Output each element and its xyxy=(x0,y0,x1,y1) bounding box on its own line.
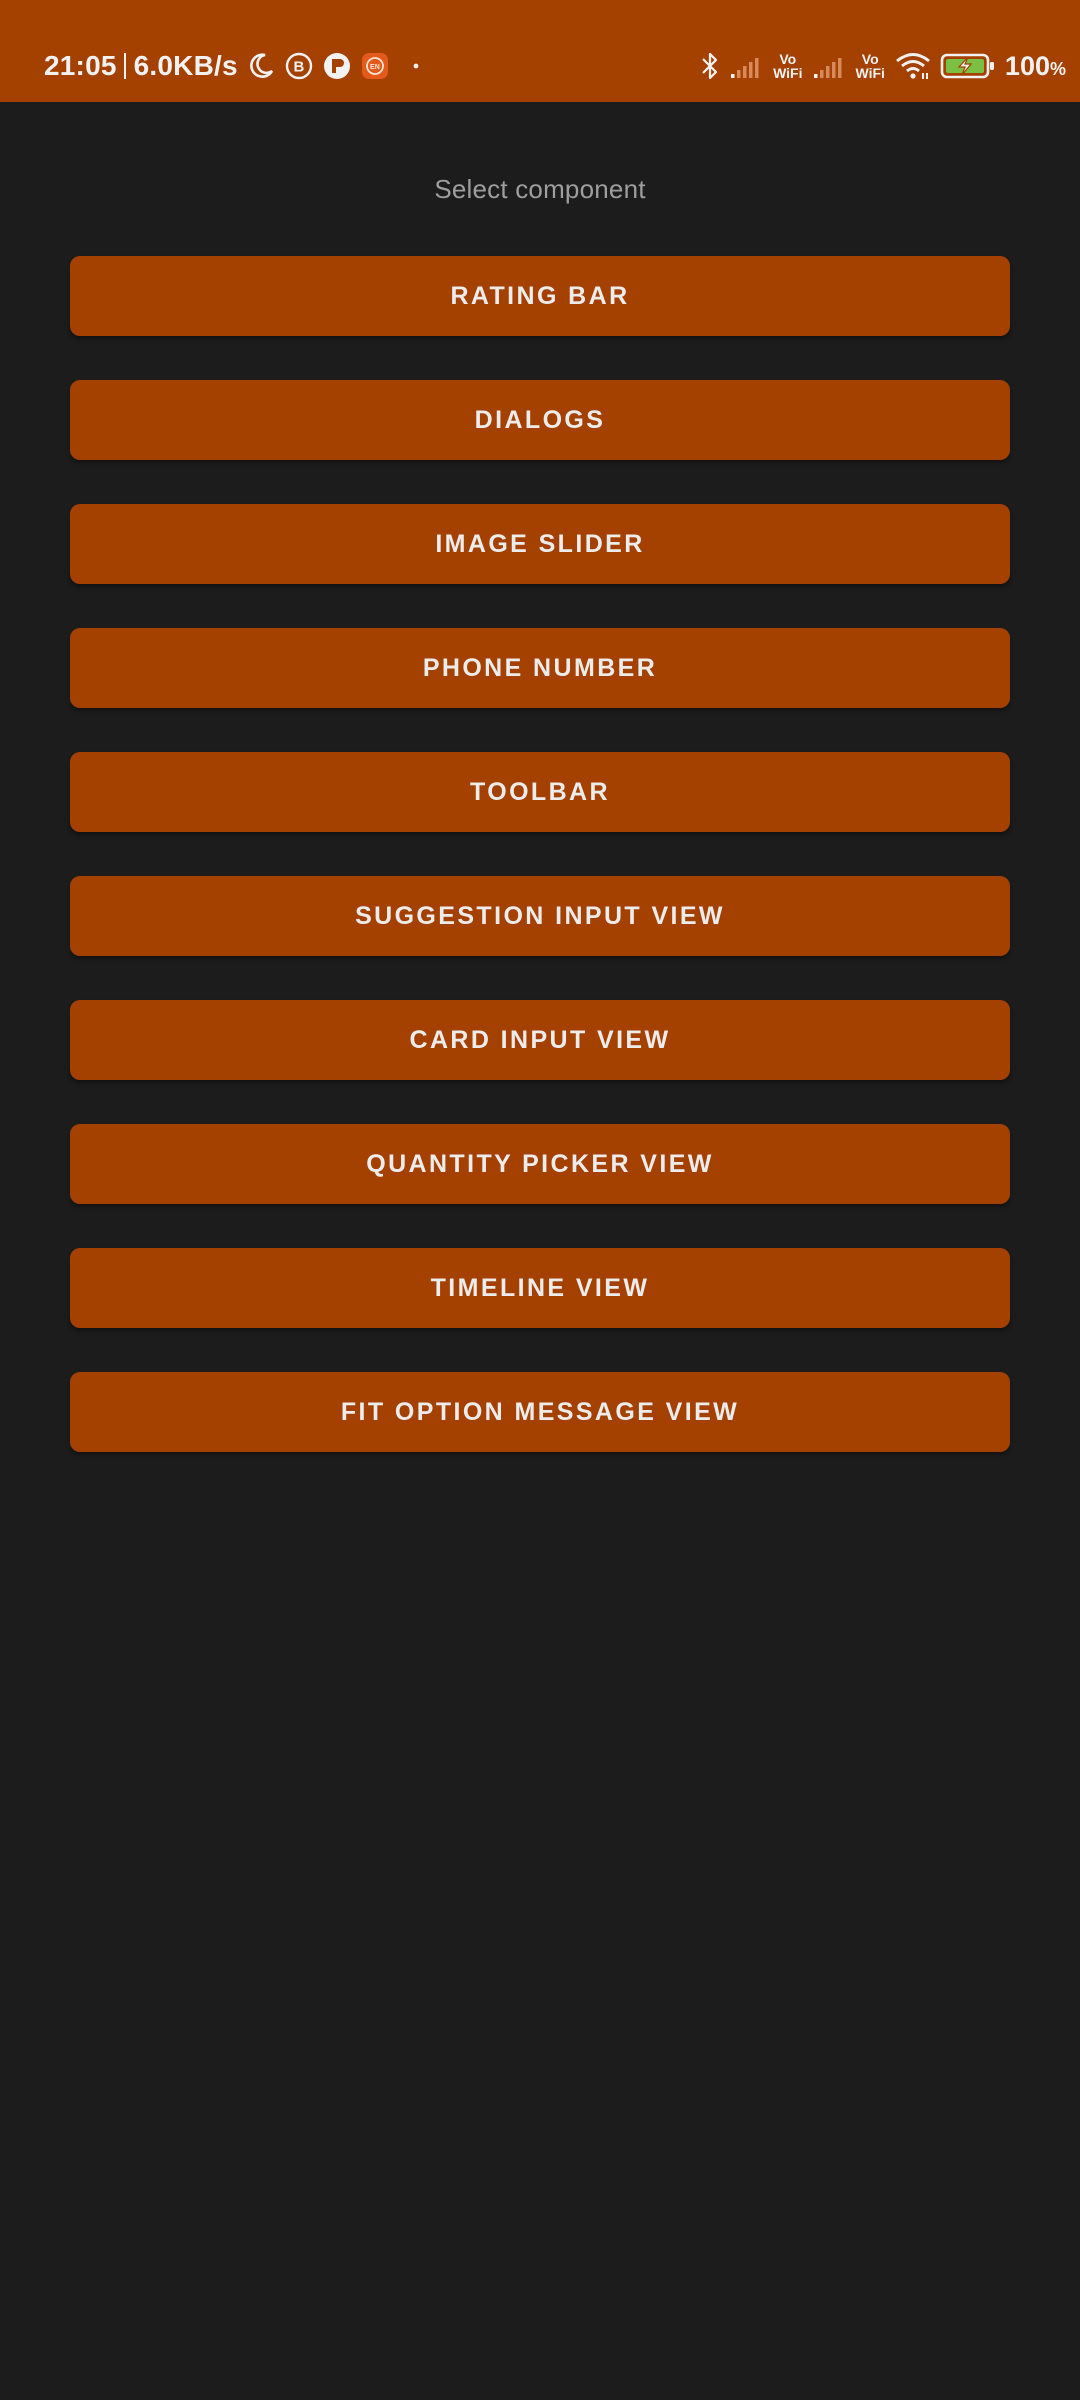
vowifi-top-text: Vo xyxy=(861,51,879,67)
toolbar-button[interactable]: TOOLBAR xyxy=(70,752,1010,832)
status-bar: 21:05 6.0KB/s B EN Vo WiFi Vo WiFi 100% xyxy=(0,0,1080,102)
quantity-picker-view-button[interactable]: QUANTITY PICKER VIEW xyxy=(70,1124,1010,1204)
card-input-view-button[interactable]: CARD INPUT VIEW xyxy=(70,1000,1010,1080)
vowifi-icon: Vo WiFi xyxy=(773,52,802,80)
svg-text:EN: EN xyxy=(370,64,380,71)
page-title: Select component xyxy=(434,174,646,204)
bluetooth-icon xyxy=(699,50,721,82)
image-slider-button[interactable]: IMAGE SLIDER xyxy=(70,504,1010,584)
battery-percentage: 100% xyxy=(1004,50,1066,81)
dialogs-button[interactable]: DIALOGS xyxy=(70,380,1010,460)
status-right-group: Vo WiFi Vo WiFi 100% xyxy=(699,44,1066,88)
fit-option-message-view-button[interactable]: FIT OPTION MESSAGE VIEW xyxy=(70,1372,1010,1452)
wifi-icon xyxy=(895,51,931,81)
suggestion-input-view-button[interactable]: SUGGESTION INPUT VIEW xyxy=(70,876,1010,956)
vowifi-icon: Vo WiFi xyxy=(856,52,885,80)
vowifi-top-text: Vo xyxy=(779,51,797,67)
status-left-group: 21:05 6.0KB/s B EN xyxy=(44,44,420,88)
vowifi-bottom-text: WiFi xyxy=(855,65,885,81)
signal-icon xyxy=(813,53,847,79)
network-speed: 6.0KB/s xyxy=(133,50,238,81)
p-app-icon xyxy=(322,51,352,81)
timeline-view-button[interactable]: TIMELINE VIEW xyxy=(70,1248,1010,1328)
moon-icon xyxy=(246,51,276,81)
dot-icon xyxy=(412,62,420,70)
status-time: 21:05 xyxy=(44,50,117,81)
signal-icon xyxy=(730,53,764,79)
status-divider xyxy=(123,53,126,79)
svg-text:B: B xyxy=(293,59,304,76)
rating-bar-button[interactable]: RATING BAR xyxy=(70,256,1010,336)
vowifi-bottom-text: WiFi xyxy=(773,65,803,81)
battery-charging-icon xyxy=(940,52,996,80)
phone-number-button[interactable]: PHONE NUMBER xyxy=(70,628,1010,708)
en-app-icon: EN xyxy=(360,51,390,81)
b-badge-icon: B xyxy=(284,51,314,81)
